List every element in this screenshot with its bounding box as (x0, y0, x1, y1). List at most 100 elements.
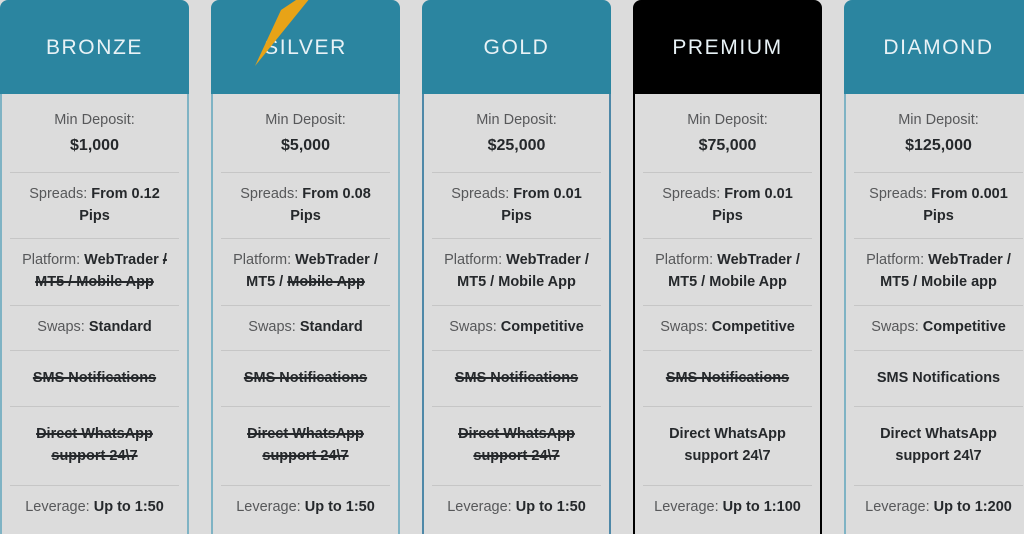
row-whatsapp-support: Direct WhatsApp support 24\7 (10, 407, 179, 486)
pricing-card-silver: SILVER Min Deposit: $5,000 Spreads: From 0.… (211, 0, 400, 534)
row-leverage: Leverage: Up to 1:200 (854, 486, 1023, 530)
card-body-bronze: Min Deposit: $1,000 Spreads: From 0.12 Pip… (0, 94, 189, 534)
platform-label: Platform: (444, 252, 503, 269)
row-sms-notifications: SMS Notifications (432, 351, 601, 408)
leverage-value: Up to 1:50 (93, 498, 164, 515)
swaps-label: Swaps: (871, 318, 919, 335)
plan-title: BRONZE (45, 35, 144, 59)
card-header-premium: PREMIUM (633, 0, 822, 94)
spreads-label: Spreads: (240, 185, 299, 202)
swaps-label: Swaps: (449, 318, 497, 335)
pricing-card-gold: GOLD Min Deposit: $25,000 Spreads: From 0.0… (422, 0, 611, 534)
spreads-value: From 0.12 Pips (79, 185, 160, 224)
platform-value: WebTrader (84, 252, 159, 269)
swaps-value: Competitive (500, 318, 584, 335)
row-leverage: Leverage: Up to 1:50 (10, 486, 179, 530)
spreads-value: From 0.001 Pips (923, 185, 1008, 224)
pricing-card-premium: PREMIUM Min Deposit: $75,000 Spreads: From … (633, 0, 822, 534)
row-swaps: Swaps: Standard (221, 306, 390, 351)
swaps-label: Swaps: (37, 318, 85, 335)
row-min-deposit: Min Deposit: $5,000 (221, 94, 390, 173)
row-min-deposit: Min Deposit: $25,000 (432, 94, 601, 173)
row-min-deposit: Min Deposit: $75,000 (643, 94, 812, 173)
min-deposit-label: Min Deposit: (687, 112, 768, 128)
leverage-value: Up to 1:200 (933, 498, 1012, 515)
min-deposit-label: Min Deposit: (54, 112, 135, 128)
leverage-label: Leverage: (25, 498, 90, 515)
leverage-value: Up to 1:50 (515, 498, 586, 515)
platform-label: Platform: (866, 252, 925, 269)
row-platform: Platform: WebTrader / MT5 / Mobile App (221, 239, 390, 306)
row-leverage: Leverage: Up to 1:50 (221, 486, 390, 530)
row-platform: Platform: WebTrader / MT5 / Mobile App (432, 239, 601, 306)
row-whatsapp-support: Direct WhatsApp support 24\7 (643, 407, 812, 486)
spreads-value: From 0.01 Pips (501, 185, 582, 224)
card-body-diamond: Min Deposit: $125,000 Spreads: From 0.001 … (844, 94, 1024, 534)
platform-label: Platform: (233, 252, 292, 269)
card-header-diamond: DIAMOND (844, 0, 1024, 94)
card-body-premium: Min Deposit: $75,000 Spreads: From 0.01 Pi… (633, 94, 822, 534)
spreads-value: From 0.08 Pips (290, 185, 371, 224)
leverage-value: Up to 1:50 (304, 498, 375, 515)
spreads-label: Spreads: (29, 185, 88, 202)
swaps-label: Swaps: (660, 318, 708, 335)
leverage-label: Leverage: (236, 498, 301, 515)
pricing-card-diamond: DIAMOND Min Deposit: $125,000 Spreads: From… (844, 0, 1024, 534)
row-spreads: Spreads: From 0.08 Pips (221, 173, 390, 240)
min-deposit-value: $25,000 (487, 136, 546, 154)
leverage-label: Leverage: (447, 498, 512, 515)
swaps-value: Standard (299, 318, 363, 335)
swaps-value: Competitive (711, 318, 795, 335)
row-leverage: Leverage: Up to 1:100 (643, 486, 812, 530)
min-deposit-value: $125,000 (905, 136, 972, 154)
row-spreads: Spreads: From 0.001 Pips (854, 173, 1023, 240)
row-swaps: Swaps: Competitive (432, 306, 601, 351)
platform-value-unavailable: Mobile App (287, 274, 365, 290)
row-swaps: Swaps: Standard (10, 306, 179, 351)
platform-label: Platform: (22, 252, 81, 269)
min-deposit-label: Min Deposit: (476, 112, 557, 128)
pricing-card-bronze: BRONZE Min Deposit: $1,000 Spreads: From 0.… (0, 0, 189, 534)
row-whatsapp-support: Direct WhatsApp support 24\7 (221, 407, 390, 486)
leverage-label: Leverage: (654, 498, 719, 515)
plan-title: GOLD (483, 35, 550, 59)
swaps-value: Standard (88, 318, 152, 335)
leverage-label: Leverage: (865, 498, 930, 515)
row-spreads: Spreads: From 0.12 Pips (10, 173, 179, 240)
platform-label: Platform: (655, 252, 714, 269)
card-header-bronze: BRONZE (0, 0, 189, 94)
min-deposit-value: $1,000 (70, 136, 119, 154)
plan-title: SILVER (264, 35, 347, 59)
row-min-deposit: Min Deposit: $1,000 (10, 94, 179, 173)
spreads-label: Spreads: (451, 185, 510, 202)
min-deposit-value: $75,000 (698, 136, 757, 154)
plan-title: PREMIUM (672, 35, 783, 59)
min-deposit-value: $5,000 (281, 136, 330, 154)
pricing-plan-comparison: BRONZE Min Deposit: $1,000 Spreads: From 0.… (0, 0, 1024, 534)
row-spreads: Spreads: From 0.01 Pips (432, 173, 601, 240)
spreads-label: Spreads: (869, 185, 928, 202)
min-deposit-label: Min Deposit: (898, 112, 979, 128)
row-platform: Platform: WebTrader / MT5 / Mobile App (643, 239, 812, 306)
row-platform: Platform: WebTrader / MT5 / Mobile App (10, 239, 179, 306)
row-platform: Platform: WebTrader / MT5 / Mobile app (854, 239, 1023, 306)
card-body-silver: Min Deposit: $5,000 Spreads: From 0.08 Pip… (211, 94, 400, 534)
plan-title: DIAMOND (883, 35, 994, 59)
row-sms-notifications: SMS Notifications (221, 351, 390, 408)
card-body-gold: Min Deposit: $25,000 Spreads: From 0.01 Pi… (422, 94, 611, 534)
leverage-value: Up to 1:100 (722, 498, 801, 515)
spreads-label: Spreads: (662, 185, 721, 202)
row-swaps: Swaps: Competitive (854, 306, 1023, 351)
row-sms-notifications: SMS Notifications (643, 351, 812, 408)
spreads-value: From 0.01 Pips (712, 185, 793, 224)
card-header-gold: GOLD (422, 0, 611, 94)
row-min-deposit: Min Deposit: $125,000 (854, 94, 1023, 173)
row-sms-notifications: SMS Notifications (10, 351, 179, 408)
row-swaps: Swaps: Competitive (643, 306, 812, 351)
row-whatsapp-support: Direct WhatsApp support 24\7 (854, 407, 1023, 486)
swaps-label: Swaps: (248, 318, 296, 335)
row-whatsapp-support: Direct WhatsApp support 24\7 (432, 407, 601, 486)
card-header-silver: SILVER (211, 0, 400, 94)
row-spreads: Spreads: From 0.01 Pips (643, 173, 812, 240)
row-leverage: Leverage: Up to 1:50 (432, 486, 601, 530)
